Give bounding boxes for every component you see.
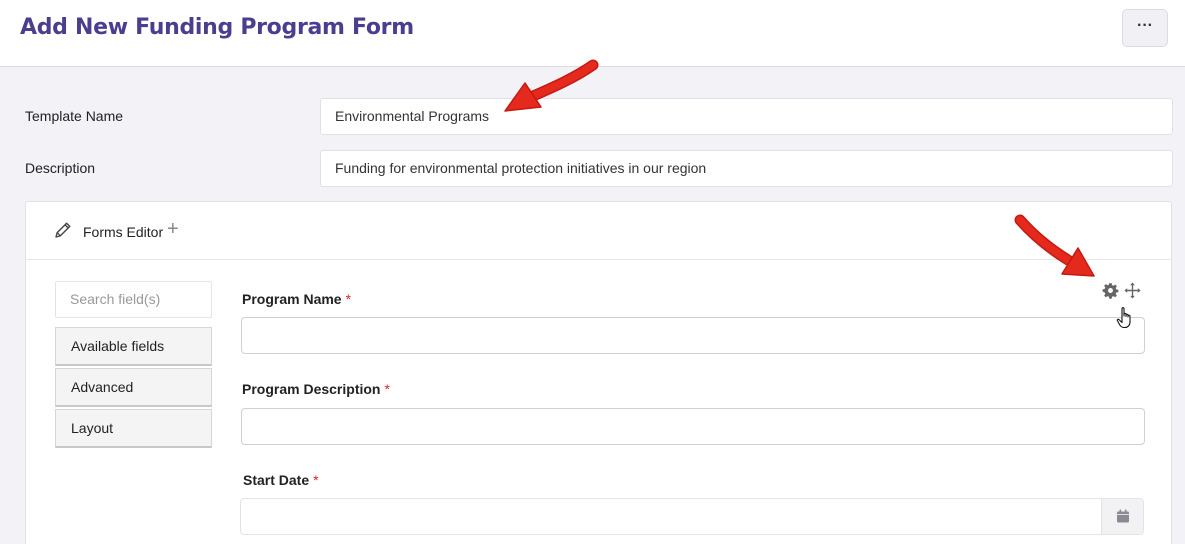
program-description-label: Program Description * [242, 381, 390, 397]
more-options-button[interactable]: ··· [1122, 9, 1168, 47]
gear-icon[interactable] [1102, 282, 1119, 299]
page-header: Add New Funding Program Form ··· [0, 0, 1185, 67]
start-date-label: Start Date * [243, 472, 319, 488]
program-description-label-text: Program Description [242, 381, 381, 397]
program-name-label: Program Name * [242, 291, 351, 307]
available-fields-button[interactable]: Available fields [55, 327, 212, 366]
calendar-button[interactable] [1101, 499, 1143, 534]
calendar-icon [1117, 509, 1129, 523]
program-name-input[interactable] [241, 317, 1145, 354]
template-name-input[interactable]: Environmental Programs [320, 98, 1173, 135]
description-label: Description [25, 160, 96, 176]
pencil-icon [55, 222, 71, 238]
template-name-label: Template Name [25, 108, 124, 124]
start-date-input[interactable] [240, 498, 1144, 535]
required-marker: * [384, 381, 390, 397]
program-name-label-text: Program Name [242, 291, 342, 307]
forms-editor-header: Forms Editor + [26, 202, 1171, 260]
description-input[interactable]: Funding for environmental protection ini… [320, 150, 1173, 187]
required-marker: * [345, 291, 352, 307]
program-description-input[interactable] [241, 408, 1145, 445]
start-date-label-text: Start Date [243, 472, 310, 488]
required-marker: * [313, 472, 319, 488]
page-title: Add New Funding Program Form [20, 15, 414, 40]
forms-editor-title: Forms Editor [83, 224, 164, 240]
move-icon[interactable] [1124, 282, 1141, 299]
hand-cursor-icon [1116, 307, 1131, 329]
plus-icon[interactable]: + [167, 219, 179, 239]
search-fields-input[interactable]: Search field(s) [55, 281, 212, 318]
forms-editor-panel: Forms Editor + Search field(s) Available… [25, 201, 1172, 544]
layout-button[interactable]: Layout [55, 409, 212, 448]
advanced-button[interactable]: Advanced [55, 368, 212, 407]
